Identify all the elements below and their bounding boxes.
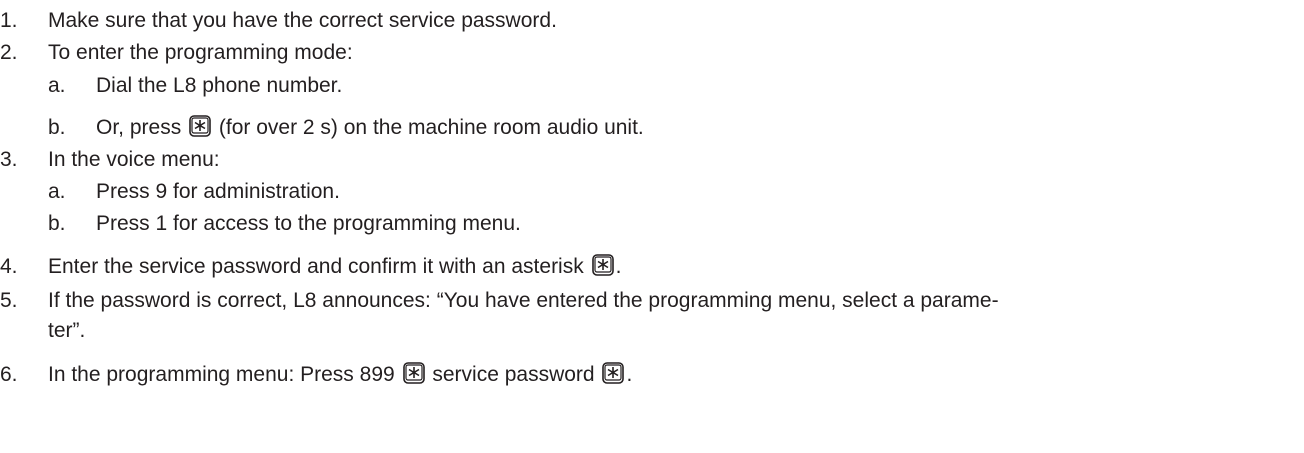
asterisk-key-icon (591, 254, 614, 276)
step-text: To enter the programming mode: (48, 41, 353, 64)
step-text-line1: If the password is correct, L8 announces… (48, 289, 999, 312)
step-text: In the programming menu: Press 899 servi… (48, 361, 632, 389)
step-text: In the voice menu: (48, 148, 220, 171)
substep-text: Or, press (for over 2 s) on the machine … (96, 114, 644, 142)
asterisk-key-icon (189, 115, 211, 137)
asterisk-key-icon (602, 362, 625, 384)
step-text-line2: ter”. (48, 319, 86, 342)
substep-letter: b. (48, 116, 66, 139)
substep-text-before: Or, press (96, 116, 182, 139)
step-number: 5. (0, 289, 18, 312)
step-text: Enter the service password and confirm i… (48, 253, 621, 281)
step-number: 2. (0, 41, 18, 64)
step-text: Make sure that you have the correct serv… (48, 9, 557, 32)
step-text-middle: service password (432, 363, 595, 386)
substep-text: Dial the L8 phone number. (96, 74, 343, 97)
substep-letter: b. (48, 212, 66, 235)
substep-text-after: (for over 2 s) on the machine room audio… (218, 116, 644, 139)
step-text-after: . (615, 255, 622, 278)
step-text-before: In the programming menu: Press 899 (48, 363, 395, 386)
step-number: 1. (0, 9, 18, 32)
asterisk-key-icon (402, 362, 425, 384)
substep-text: Press 1 for access to the programming me… (96, 212, 521, 235)
step-number: 6. (0, 363, 18, 386)
step-text-after: . (626, 363, 633, 386)
step-text-before: Enter the service password and confirm i… (48, 255, 584, 278)
step-number: 4. (0, 255, 18, 278)
step-number: 3. (0, 148, 18, 171)
substep-letter: a. (48, 180, 66, 203)
substep-letter: a. (48, 74, 66, 97)
substep-text: Press 9 for administration. (96, 180, 340, 203)
